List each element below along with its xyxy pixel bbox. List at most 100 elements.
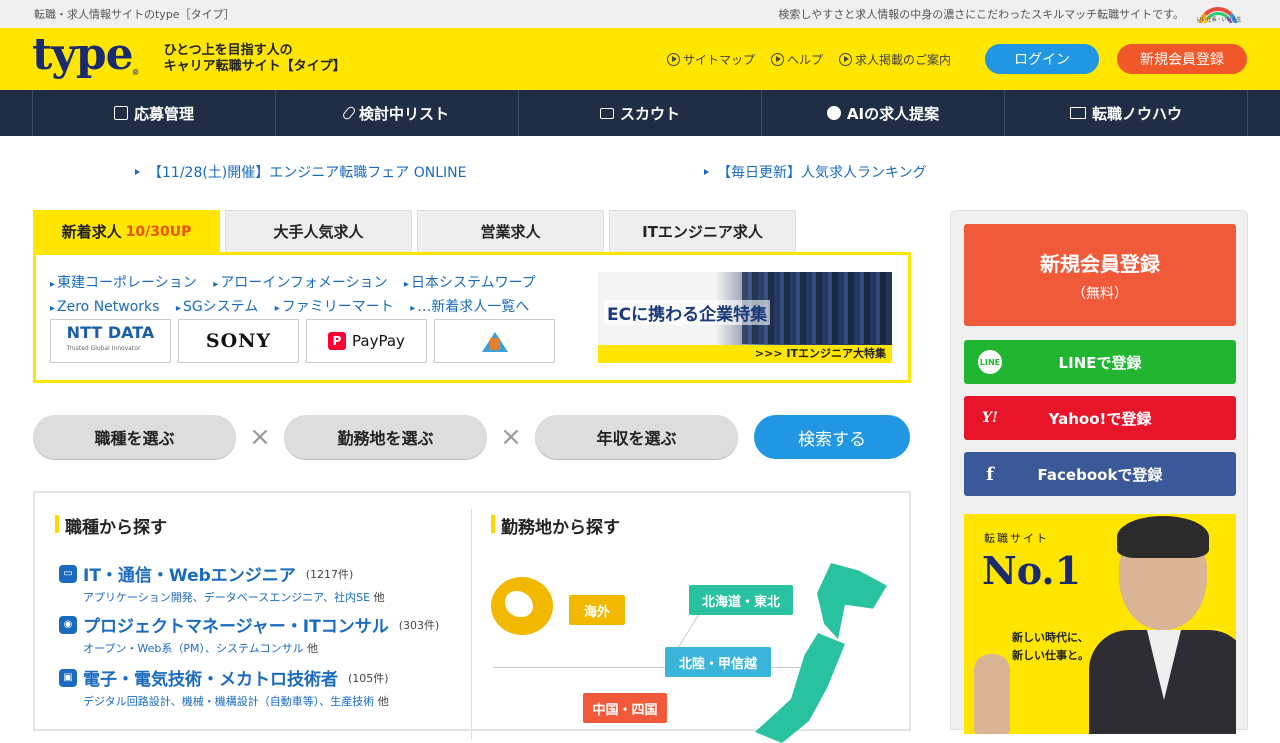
ad-message: 新しい時代に、 新しい仕事と。 (1012, 629, 1089, 665)
ntt-data-logo[interactable]: NTT DATA Trusted Global Innovator (50, 319, 171, 363)
browse-section: 職種から探す ▭ IT・通信・Webエンジニア (1217件) アプリケーション開発… (33, 491, 911, 743)
company-link[interactable]: 東建コーポレーション (50, 272, 197, 296)
yahoo-register-button[interactable]: Y! Yahoo!で登録 (964, 396, 1236, 440)
help-link[interactable]: ヘルプ (771, 51, 823, 68)
nav-applications[interactable]: 応募管理 (32, 90, 275, 136)
rainbow-badge-caption: いい仕事・いい人生 (1196, 17, 1242, 23)
company-link[interactable]: SGシステム (176, 296, 258, 320)
times-icon: × (500, 422, 522, 452)
nav-knowhow-label: 転職ノウハウ (1091, 104, 1182, 123)
news-link-fair-label: 【11/28(土)開催】エンジニア転職フェア ONLINE (148, 165, 467, 181)
news-link-ranking[interactable]: 【毎日更新】人気求人ランキング (704, 162, 927, 182)
tab-sales-jobs[interactable]: 営業求人 (417, 210, 604, 252)
nav-saved-list[interactable]: 検討中リスト (275, 90, 518, 136)
arrow-icon (704, 169, 709, 175)
tagline-line1: ひとつ上を目指す人の (163, 43, 293, 58)
news-link-ranking-label: 【毎日更新】人気求人ランキング (717, 165, 927, 181)
times-icon: × (249, 422, 271, 452)
help-link-label: ヘルプ (787, 52, 824, 67)
job-category-count: (105件) (348, 671, 389, 685)
job-category-desc: デジタル回路設計、機械・機構設計（自動車等）、生産技術 (83, 695, 375, 708)
job-category-count: (303件) (398, 618, 440, 632)
no1-ad-banner[interactable]: 転職サイト No.1 新しい時代に、 新しい仕事と。 (964, 514, 1236, 734)
company-link[interactable]: Zero Networks (50, 296, 159, 320)
job-category-desc: アプリケーション開発、データベースエンジニア、社内SE (83, 591, 371, 604)
tab-major-companies[interactable]: 大手人気求人 (225, 210, 412, 252)
employer-info-link-label: 求人掲載のご案内 (855, 52, 952, 67)
tab-new-jobs-label: 新着求人 (61, 223, 122, 241)
region-chugoku-shikoku[interactable]: 中国・四国 (583, 693, 667, 723)
region-hokkaido-tohoku[interactable]: 北海道・東北 (689, 585, 793, 615)
logo-text: type (32, 29, 134, 80)
type-logo[interactable]: type® (32, 33, 139, 77)
employer-info-link[interactable]: 求人掲載のご案内 (839, 51, 951, 68)
salary-select-button[interactable]: 年収を選ぶ (535, 415, 738, 459)
nav-saved-list-label: 検討中リスト (358, 104, 449, 123)
play-circle-icon (667, 52, 680, 66)
ntt-data-logo-text: NTT DATA (66, 323, 155, 342)
location-select-button[interactable]: 勤務地を選ぶ (284, 415, 487, 459)
company-link[interactable]: アローインフォメーション (213, 272, 387, 296)
update-badge: 10/30UP (125, 223, 192, 240)
sidebar-register-button[interactable]: 新規会員登録 （無料） (964, 224, 1236, 326)
japan-map: 海外 北海道・東北 北陸・甲信越 中国・四国 (487, 553, 907, 743)
register-button[interactable]: 新規会員登録 (1117, 44, 1247, 74)
chip-icon: ▣ (59, 668, 77, 687)
region-overseas[interactable]: 海外 (569, 595, 625, 625)
banner-title: ECに携わる企業特集 (604, 300, 771, 325)
news-link-fair[interactable]: 【11/28(土)開催】エンジニア転職フェア ONLINE (135, 162, 466, 182)
by-location-title: 勤務地から探す (491, 513, 620, 538)
job-category-item[interactable]: ▣ 電子・電気技術・メカトロ技術者 (105件) デジタル回路設計、機械・機構設計（… (59, 665, 389, 709)
ec-feature-banner[interactable]: ECに携わる企業特集 >>> ITエンジニア大特集 (598, 272, 892, 363)
yahoo-icon: Y! (981, 410, 999, 426)
job-type-select-button[interactable]: 職種を選ぶ (33, 415, 236, 459)
rainbow-badge-icon: いい仕事・いい人生 (1192, 5, 1246, 23)
ad-message-line2: 新しい仕事と。 (1012, 649, 1089, 662)
nav-scout-label: スカウト (619, 104, 680, 123)
tab-it-engineer-jobs[interactable]: ITエンジニア求人 (609, 210, 796, 252)
nav-scout[interactable]: スカウト (518, 90, 761, 136)
line-register-button[interactable]: LINE LINEで登録 (964, 340, 1236, 384)
facebook-register-label: Facebookで登録 (1037, 465, 1163, 484)
company-link[interactable]: ファミリーマート (275, 296, 394, 320)
sony-logo-text: SONY (205, 330, 272, 352)
tab-panel: 東建コーポレーション アローインフォメーション 日本システムワープ Zero N… (33, 252, 911, 383)
nav-knowhow[interactable]: 転職ノウハウ (1004, 90, 1248, 136)
mail-icon (599, 107, 614, 119)
map-line (493, 667, 833, 668)
company-logos: NTT DATA Trusted Global Innovator SONY PP… (50, 319, 555, 363)
by-job-title: 職種から探す (55, 513, 167, 538)
line-icon: LINE (978, 350, 1002, 374)
paypay-icon: P (328, 332, 347, 350)
main-nav: 応募管理 検討中リスト スカウト AIの求人提案 転職ノウハウ (0, 90, 1280, 136)
job-category-item[interactable]: ◉ プロジェクトマネージャー・ITコンサル (303件) オープン・Web系（PM）… (59, 612, 439, 656)
job-category-item[interactable]: ▭ IT・通信・Webエンジニア (1217件) アプリケーション開発、データベース… (59, 561, 385, 605)
tab-new-jobs[interactable]: 新着求人 10/30UP (33, 210, 220, 252)
job-category-count: (1217件) (305, 567, 354, 581)
job-tabs: 新着求人 10/30UP 大手人気求人 営業求人 ITエンジニア求人 (33, 210, 796, 252)
map-hokkaido-shape[interactable] (817, 563, 887, 639)
facebook-register-button[interactable]: f Facebookで登録 (964, 452, 1236, 496)
paypay-logo[interactable]: P PayPay (306, 319, 427, 363)
region-hokuriku-koshinetsu[interactable]: 北陸・甲信越 (665, 647, 771, 677)
nav-ai-suggest[interactable]: AIの求人提案 (761, 90, 1004, 136)
site-description-right: 検索しやすさと求人情報の中身の濃さにこだわったスキルマッチ転職サイトです。 (778, 8, 1184, 21)
ad-no1-text: No.1 (982, 548, 1082, 593)
all-new-jobs-link[interactable]: …新着求人一覧へ (410, 296, 529, 320)
login-button[interactable]: ログイン (985, 44, 1099, 74)
site-description-left: 転職・求人情報サイトのtype［タイプ］ (34, 8, 235, 21)
sidebar-register-title: 新規会員登録 (1040, 252, 1160, 276)
ad-small-text: 転職サイト (984, 532, 1049, 545)
play-circle-icon (771, 52, 785, 66)
world-globe-icon[interactable] (491, 577, 553, 635)
sony-logo[interactable]: SONY (178, 319, 299, 363)
sitemap-link[interactable]: サイトマップ (667, 51, 755, 68)
company-emblem-logo[interactable] (434, 319, 555, 363)
job-category-more: 他 (377, 695, 389, 708)
company-link[interactable]: 日本システムワープ (404, 272, 536, 296)
search-submit-button[interactable]: 検索する (754, 415, 910, 459)
book-icon (1069, 107, 1086, 119)
job-category-title: IT・通信・Webエンジニア (83, 566, 296, 586)
ad-message-line1: 新しい時代に、 (1012, 631, 1089, 644)
play-circle-icon (839, 52, 853, 66)
